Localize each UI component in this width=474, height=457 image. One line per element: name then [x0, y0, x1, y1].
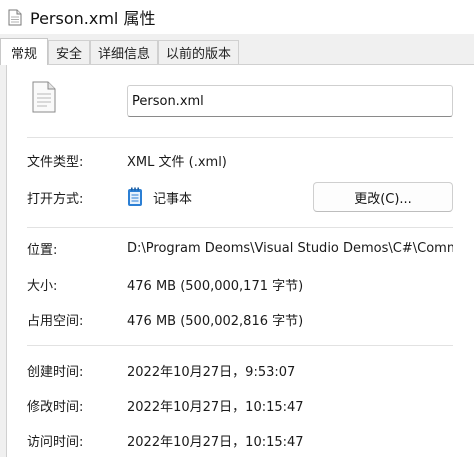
file-type-value: XML 文件 (.xml): [127, 155, 227, 170]
tab-previous-versions[interactable]: 以前的版本: [158, 40, 240, 64]
file-type-label: 文件类型:: [27, 155, 84, 170]
size-label: 大小:: [27, 279, 58, 294]
change-button[interactable]: 更改(C)...: [313, 182, 453, 212]
open-with-row: 打开方式: 记事本: [27, 187, 192, 207]
divider: [27, 137, 453, 138]
modified-value: 2022年10月27日，10:15:47: [127, 400, 304, 415]
modified-row: 修改时间: 2022年10月27日，10:15:47: [27, 396, 304, 415]
modified-label: 修改时间:: [27, 400, 84, 415]
tab-security[interactable]: 安全: [48, 40, 91, 64]
location-value: D:\Program Deoms\Visual Studio Demos\C#\…: [127, 241, 453, 256]
notepad-icon: [127, 187, 143, 207]
location-label: 位置:: [27, 243, 58, 258]
open-with-label: 打开方式:: [27, 191, 84, 207]
divider: [27, 227, 453, 228]
accessed-label: 访问时间:: [27, 435, 84, 450]
disk-size-label: 占用空间:: [27, 314, 84, 329]
tab-details[interactable]: 详细信息: [90, 40, 159, 64]
window-title: Person.xml 属性: [30, 9, 156, 28]
general-panel: 文件类型: XML 文件 (.xml) 打开方式: 记事本 更改(C)... 位…: [6, 64, 474, 457]
title-bar: Person.xml 属性: [0, 0, 474, 34]
divider: [27, 345, 453, 346]
created-row: 创建时间: 2022年10月27日，9:53:07: [27, 361, 295, 380]
created-label: 创建时间:: [27, 365, 84, 380]
document-icon: [8, 9, 22, 26]
file-type-row: 文件类型: XML 文件 (.xml): [27, 151, 227, 170]
document-icon: [31, 81, 57, 113]
disk-size-row: 占用空间: 476 MB (500,002,816 字节): [27, 310, 303, 329]
location-row: 位置: D:\Program Deoms\Visual Studio Demos…: [27, 239, 453, 258]
created-value: 2022年10月27日，9:53:07: [127, 365, 296, 380]
tab-strip: 常规 安全 详细信息 以前的版本: [0, 38, 474, 65]
file-name-input[interactable]: [127, 85, 453, 117]
disk-size-value: 476 MB (500,002,816 字节): [127, 314, 304, 329]
open-with-value: 记事本: [153, 191, 193, 207]
size-value: 476 MB (500,000,171 字节): [127, 279, 304, 294]
accessed-value: 2022年10月27日，10:15:47: [127, 435, 304, 450]
tab-general[interactable]: 常规: [0, 38, 49, 65]
size-row: 大小: 476 MB (500,000,171 字节): [27, 275, 303, 294]
accessed-row: 访问时间: 2022年10月27日，10:15:47: [27, 431, 304, 450]
